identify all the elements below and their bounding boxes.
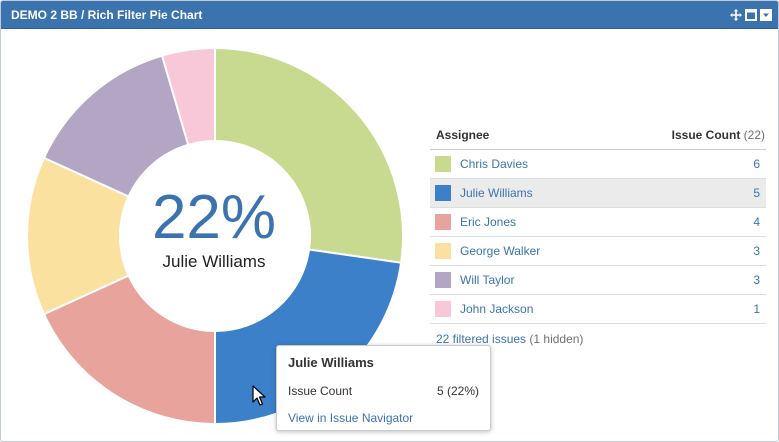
gadget-panel: DEMO 2 BB / Rich Filter Pie Chart 22% Ju… xyxy=(0,0,779,442)
legend-issue-count[interactable]: 3 xyxy=(753,244,766,258)
legend-row[interactable]: Julie Williams 5 xyxy=(430,179,766,208)
legend-assignee-name[interactable]: George Walker xyxy=(460,244,753,258)
legend-rows: Chris Davies 6 Julie Williams 5 Eric Jones 4 G… xyxy=(430,150,766,324)
center-percent-label: 22% xyxy=(151,183,277,252)
gadget-title: DEMO 2 BB / Rich Filter Pie Chart xyxy=(11,7,203,22)
legend-issue-count[interactable]: 4 xyxy=(753,215,766,229)
legend-swatch xyxy=(435,185,451,201)
tooltip-metric-value: 5 (22%) xyxy=(436,384,479,398)
filtered-issues-link[interactable]: 22 filtered issues xyxy=(436,332,526,346)
issue-count-total: (22) xyxy=(743,128,765,142)
legend-row[interactable]: Will Taylor 3 xyxy=(430,266,766,295)
move-icon[interactable] xyxy=(730,8,742,21)
legend-swatch xyxy=(435,272,451,288)
legend-issue-count[interactable]: 6 xyxy=(753,157,766,171)
assignee-column-header: Assignee xyxy=(436,128,490,142)
view-in-issue-navigator-link[interactable]: View in Issue Navigator xyxy=(288,411,479,425)
center-name-label: Julie Williams xyxy=(162,252,266,271)
title-controls xyxy=(730,8,772,21)
legend-footer: 22 filtered issues (1 hidden) xyxy=(430,324,766,346)
legend-issue-count[interactable]: 5 xyxy=(753,186,766,200)
legend-swatch xyxy=(435,301,451,317)
tooltip-title: Julie Williams xyxy=(288,355,374,370)
legend-table: Assignee Issue Count (22) Chris Davies 6 J… xyxy=(430,121,766,346)
legend-swatch xyxy=(435,214,451,230)
legend-header: Assignee Issue Count (22) xyxy=(430,121,766,150)
hidden-issues-note: (1 hidden) xyxy=(529,332,584,346)
gadget-titlebar: DEMO 2 BB / Rich Filter Pie Chart xyxy=(1,1,778,29)
tooltip-metric-row: Issue Count 5 (22%) xyxy=(288,384,479,398)
legend-row[interactable]: Eric Jones 4 xyxy=(430,208,766,237)
legend-row[interactable]: Chris Davies 6 xyxy=(430,150,766,179)
menu-dropdown-icon[interactable] xyxy=(760,8,772,21)
issue-count-label: Issue Count xyxy=(671,128,741,142)
maximize-icon[interactable] xyxy=(745,8,757,21)
issue-count-column-header: Issue Count (22) xyxy=(672,128,766,142)
legend-assignee-name[interactable]: Julie Williams xyxy=(460,186,753,200)
legend-row[interactable]: John Jackson 1 xyxy=(430,295,766,324)
legend-swatch xyxy=(435,156,451,172)
mouse-cursor-icon xyxy=(252,385,266,406)
tooltip-metric-label: Issue Count xyxy=(288,384,353,398)
legend-assignee-name[interactable]: Eric Jones xyxy=(460,215,753,229)
legend-swatch xyxy=(435,243,451,259)
legend-assignee-name[interactable]: John Jackson xyxy=(460,302,753,316)
legend-assignee-name[interactable]: Chris Davies xyxy=(460,157,753,171)
legend-row[interactable]: George Walker 3 xyxy=(430,237,766,266)
legend-issue-count[interactable]: 3 xyxy=(753,273,766,287)
legend-assignee-name[interactable]: Will Taylor xyxy=(460,273,753,287)
slice-tooltip: Julie Williams Issue Count 5 (22%) View … xyxy=(276,345,491,431)
legend-issue-count[interactable]: 1 xyxy=(753,302,766,316)
